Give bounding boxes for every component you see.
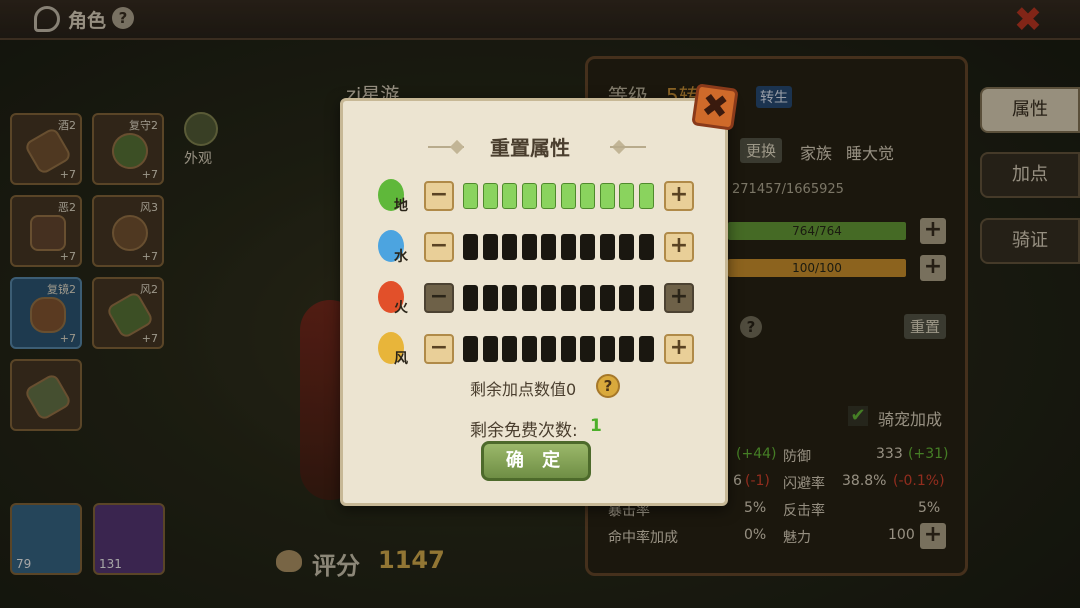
point-cell-empty bbox=[560, 234, 576, 260]
point-cell-empty bbox=[638, 285, 654, 311]
dialog-title: 重置属性 bbox=[490, 136, 570, 160]
point-cell-empty bbox=[482, 285, 498, 311]
point-cell-empty bbox=[599, 234, 615, 260]
point-cell-empty bbox=[638, 234, 654, 260]
point-cell-empty bbox=[482, 234, 498, 260]
point-cell-filled bbox=[560, 183, 576, 209]
point-cell-empty bbox=[521, 285, 537, 311]
minus-button[interactable]: − bbox=[424, 334, 454, 364]
point-cell-empty bbox=[482, 336, 498, 362]
point-cell-empty bbox=[502, 234, 517, 260]
plus-button[interactable]: + bbox=[664, 181, 694, 211]
minus-button[interactable]: − bbox=[424, 283, 454, 313]
minus-button[interactable]: − bbox=[424, 181, 454, 211]
point-cell-empty bbox=[619, 285, 634, 311]
point-cell-filled bbox=[541, 183, 556, 209]
point-cell-empty bbox=[580, 234, 595, 260]
help-icon[interactable]: ? bbox=[596, 374, 620, 398]
point-cell-empty bbox=[463, 336, 478, 362]
point-cell-filled bbox=[482, 183, 498, 209]
point-cell-filled bbox=[463, 183, 478, 209]
point-cell-filled bbox=[580, 183, 595, 209]
element-label: 风 bbox=[394, 351, 408, 367]
point-cell-empty bbox=[541, 234, 556, 260]
point-cell-empty bbox=[502, 285, 517, 311]
point-cell-empty bbox=[560, 285, 576, 311]
point-cell-filled bbox=[502, 183, 517, 209]
remaining-free-value: 1 bbox=[590, 416, 602, 436]
point-cell-empty bbox=[521, 234, 537, 260]
point-cell-empty bbox=[599, 336, 615, 362]
element-label: 火 bbox=[394, 300, 408, 316]
remaining-free-label: 剩余免费次数: bbox=[470, 421, 578, 441]
point-cell-empty bbox=[580, 285, 595, 311]
point-cell-empty bbox=[541, 336, 556, 362]
point-cell-filled bbox=[521, 183, 537, 209]
point-cell-empty bbox=[560, 336, 576, 362]
point-cell-empty bbox=[580, 336, 595, 362]
point-cell-empty bbox=[521, 336, 537, 362]
point-cell-empty bbox=[541, 285, 556, 311]
title-ornament bbox=[610, 146, 646, 148]
point-cell-filled bbox=[638, 183, 654, 209]
point-cell-filled bbox=[599, 183, 615, 209]
point-cell-empty bbox=[619, 336, 634, 362]
point-cell-empty bbox=[463, 234, 478, 260]
point-cell-empty bbox=[638, 336, 654, 362]
point-cell-empty bbox=[619, 234, 634, 260]
close-icon[interactable]: ✖ bbox=[691, 83, 739, 131]
point-cell-filled bbox=[619, 183, 634, 209]
remaining-points: 剩余加点数值0 bbox=[470, 380, 577, 399]
confirm-button[interactable]: 确 定 bbox=[481, 441, 591, 481]
plus-button[interactable]: + bbox=[664, 232, 694, 262]
plus-button[interactable]: + bbox=[664, 334, 694, 364]
minus-button[interactable]: − bbox=[424, 232, 454, 262]
point-cell-empty bbox=[463, 285, 478, 311]
element-label: 地 bbox=[394, 198, 408, 214]
point-cell-empty bbox=[502, 336, 517, 362]
element-label: 水 bbox=[394, 249, 408, 265]
point-cell-empty bbox=[599, 285, 615, 311]
plus-button[interactable]: + bbox=[664, 283, 694, 313]
